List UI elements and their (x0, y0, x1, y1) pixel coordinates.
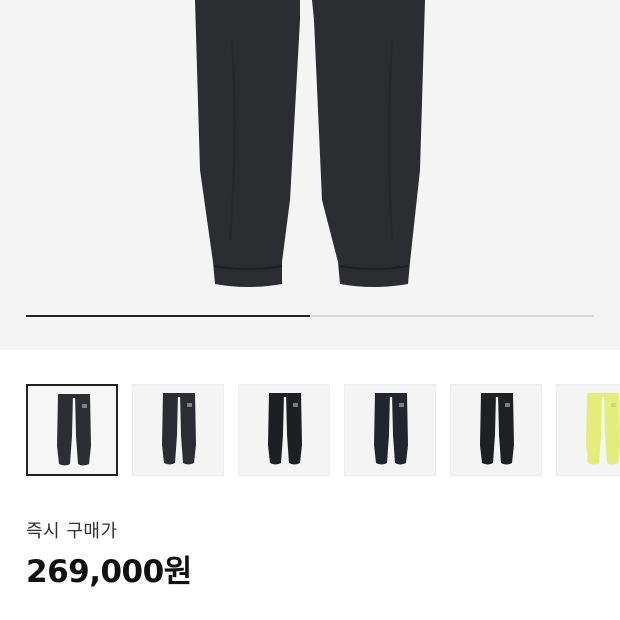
thumbnail-6[interactable] (556, 384, 620, 476)
sweatpants-thumbnail-icon (374, 393, 408, 465)
sweatpants-thumbnail-icon (586, 393, 620, 465)
thumbnail-4[interactable] (344, 384, 436, 476)
gallery-progress-bar (26, 315, 594, 317)
instant-buy-price-value: 269,000원 (26, 554, 192, 590)
thumbnail-3[interactable] (238, 384, 330, 476)
sweatpants-image (195, 0, 425, 287)
sweatpants-thumbnail-icon (268, 393, 302, 465)
left-leg (195, 0, 300, 287)
right-leg (312, 0, 425, 287)
instant-buy-price-label: 즉시 구매가 (26, 521, 118, 542)
sweatpants-thumbnail-icon (57, 394, 91, 466)
gallery-progress-fill (26, 315, 310, 317)
thumbnail-1[interactable] (26, 384, 118, 476)
product-image-gallery[interactable] (0, 0, 620, 350)
thumbnail-5[interactable] (450, 384, 542, 476)
thumbnail-strip[interactable] (26, 384, 620, 476)
thumbnail-2[interactable] (132, 384, 224, 476)
sweatpants-thumbnail-icon (162, 393, 196, 465)
sweatpants-thumbnail-icon (480, 393, 514, 465)
